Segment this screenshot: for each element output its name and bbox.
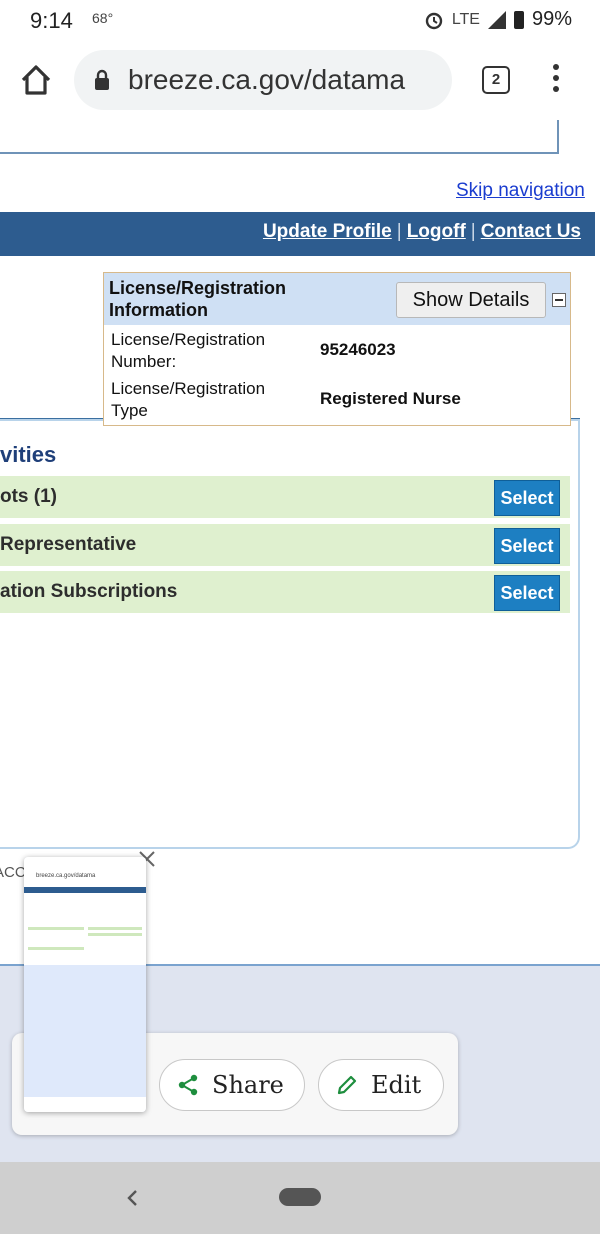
activities-heading: vities bbox=[0, 442, 57, 467]
thumbnail-row bbox=[88, 927, 142, 930]
update-profile-link[interactable]: Update Profile bbox=[263, 221, 392, 242]
tab-switcher-button[interactable]: 2 bbox=[482, 66, 510, 94]
overflow-menu-icon[interactable] bbox=[550, 64, 562, 96]
show-details-button[interactable]: Show Details bbox=[396, 282, 546, 318]
share-icon bbox=[178, 1074, 198, 1096]
nav-separator: | bbox=[396, 221, 402, 242]
pencil-icon bbox=[337, 1075, 357, 1095]
collapse-icon[interactable] bbox=[552, 293, 566, 307]
address-bar[interactable]: breeze.ca.gov/datama bbox=[74, 50, 452, 110]
url-text: breeze.ca.gov/datama bbox=[128, 64, 406, 95]
activity-label: ation Subscriptions bbox=[0, 581, 178, 602]
thumbnail-nav-bar bbox=[24, 887, 146, 893]
home-icon[interactable] bbox=[18, 62, 54, 98]
back-icon[interactable] bbox=[124, 1188, 140, 1208]
activity-row: Representative Select bbox=[0, 524, 570, 566]
select-button[interactable]: Select bbox=[494, 528, 560, 564]
thumbnail-row bbox=[28, 927, 84, 930]
alarm-icon bbox=[425, 12, 443, 29]
logoff-link[interactable]: Logoff bbox=[407, 221, 466, 242]
edit-label: Edit bbox=[371, 1071, 422, 1099]
license-type-value: Registered Nurse bbox=[320, 389, 461, 408]
thumbnail-row bbox=[28, 947, 84, 950]
thumbnail-row bbox=[88, 933, 142, 936]
activity-label: ots (1) bbox=[0, 486, 57, 507]
license-panel-header: License/Registration Information Show De… bbox=[104, 273, 570, 325]
web-page: Skip navigation Update Profile | Logoff | Co… bbox=[0, 120, 600, 966]
share-label: Share bbox=[212, 1071, 284, 1099]
share-button[interactable]: Share bbox=[159, 1059, 305, 1111]
thumbnail-nav bbox=[24, 1097, 146, 1112]
thumbnail-page: breeze.ca.gov/datama bbox=[24, 857, 146, 965]
home-pill[interactable] bbox=[279, 1188, 321, 1206]
select-button[interactable]: Select bbox=[494, 575, 560, 611]
clock: 9:14 bbox=[30, 8, 73, 33]
nav-separator: | bbox=[470, 221, 476, 242]
network-type: LTE bbox=[451, 10, 480, 28]
nav-links: Update Profile | Logoff | Contact Us bbox=[263, 221, 581, 243]
footer-fragment: ACC bbox=[0, 864, 26, 881]
license-number-value: 95246023 bbox=[320, 340, 396, 359]
contact-us-link[interactable]: Contact Us bbox=[481, 221, 581, 242]
top-nav-bar: Update Profile | Logoff | Contact Us bbox=[0, 212, 595, 256]
signal-icon bbox=[487, 10, 506, 29]
browser-toolbar: breeze.ca.gov/datama 2 bbox=[0, 42, 600, 120]
select-button[interactable]: Select bbox=[494, 480, 560, 516]
edit-button[interactable]: Edit bbox=[318, 1059, 444, 1111]
header-box bbox=[0, 120, 559, 154]
thumbnail-url: breeze.ca.gov/datama bbox=[36, 873, 96, 879]
temperature: 68° bbox=[92, 10, 114, 26]
status-icons: LTE 99% bbox=[424, 8, 572, 31]
screenshot-thumbnail[interactable]: breeze.ca.gov/datama bbox=[24, 857, 146, 1112]
activity-label: Representative bbox=[0, 534, 137, 555]
license-info-panel: License/Registration Information Show De… bbox=[103, 272, 571, 426]
battery-icon bbox=[513, 10, 524, 29]
skip-navigation-link[interactable]: Skip navigation bbox=[456, 180, 585, 202]
status-bar: 9:14 68° LTE 99% bbox=[0, 0, 600, 42]
activity-row: ation Subscriptions Select bbox=[0, 571, 570, 613]
activity-row: ots (1) Select bbox=[0, 476, 570, 518]
lock-icon bbox=[95, 69, 109, 90]
battery-level: 99% bbox=[531, 8, 572, 30]
license-number-label: License/Registration Number: bbox=[111, 330, 266, 371]
license-type-label: License/Registration Type bbox=[111, 379, 266, 420]
license-panel-title: License/Registration Information bbox=[109, 278, 287, 320]
